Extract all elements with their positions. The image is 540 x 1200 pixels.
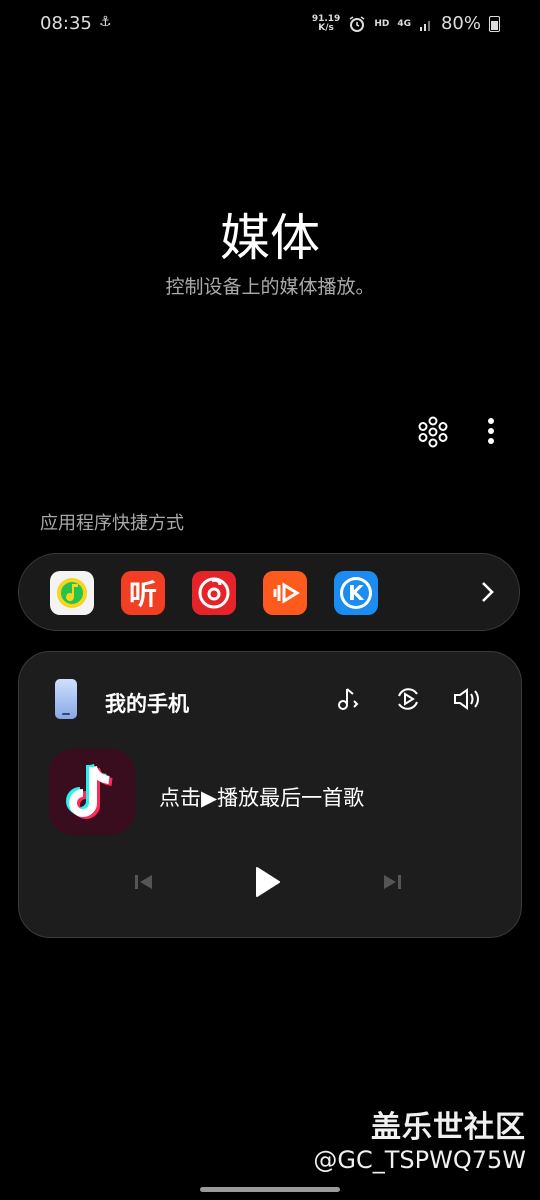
status-right: 91.19 K/s HD 4G 80% [312, 13, 500, 34]
chevron-right-icon[interactable] [473, 578, 501, 606]
device-name: 我的手机 [105, 692, 189, 716]
tiktok-icon[interactable] [49, 749, 135, 835]
play-icon[interactable] [249, 864, 285, 900]
battery-percent: 80% [440, 13, 481, 34]
kugou-glyph: K [348, 581, 364, 605]
video-app-icon[interactable] [263, 571, 307, 615]
watermark-title: 盖乐世社区 [371, 1110, 526, 1145]
battery-icon [489, 15, 500, 32]
kugou-icon[interactable]: K [334, 571, 378, 615]
media-player-card: 我的手机 点击▶播放最后一首歌 [18, 651, 522, 938]
home-indicator[interactable] [200, 1187, 340, 1192]
netease-music-icon[interactable] [192, 571, 236, 615]
qq-music-icon[interactable] [50, 571, 94, 615]
connected-devices-icon[interactable] [416, 415, 450, 449]
shortcuts-label: 应用程序快捷方式 [40, 513, 184, 534]
page-subtitle: 控制设备上的媒体播放。 [165, 276, 375, 298]
speed-unit: K/s [318, 22, 334, 33]
network-speed: 91.19 K/s [312, 14, 340, 33]
volume-icon[interactable] [451, 684, 481, 714]
status-time: 08:35 [40, 13, 92, 34]
music-output-icon[interactable] [333, 684, 363, 714]
phone-icon [55, 679, 77, 719]
network-type: 4G [397, 18, 411, 29]
notification-icon: ⚓ [99, 14, 112, 30]
shortcut-bar: 听 K [18, 553, 520, 631]
signal-icon [419, 20, 430, 31]
smart-view-icon[interactable] [393, 684, 423, 714]
hd-label: HD [374, 18, 390, 29]
previous-track-icon[interactable] [131, 869, 157, 895]
ximalaya-icon[interactable]: 听 [121, 571, 165, 615]
status-bar: 08:35 ⚓ 91.19 K/s HD 4G 80% [0, 0, 540, 48]
next-track-icon[interactable] [379, 869, 405, 895]
ximalaya-glyph: 听 [128, 578, 157, 611]
alarm-icon [349, 15, 365, 32]
watermark-handle: @GC_TSPWQ75W [313, 1146, 526, 1174]
page-title: 媒体 [220, 209, 320, 267]
track-title: 点击▶播放最后一首歌 [159, 786, 365, 810]
more-options-icon[interactable] [478, 415, 504, 449]
